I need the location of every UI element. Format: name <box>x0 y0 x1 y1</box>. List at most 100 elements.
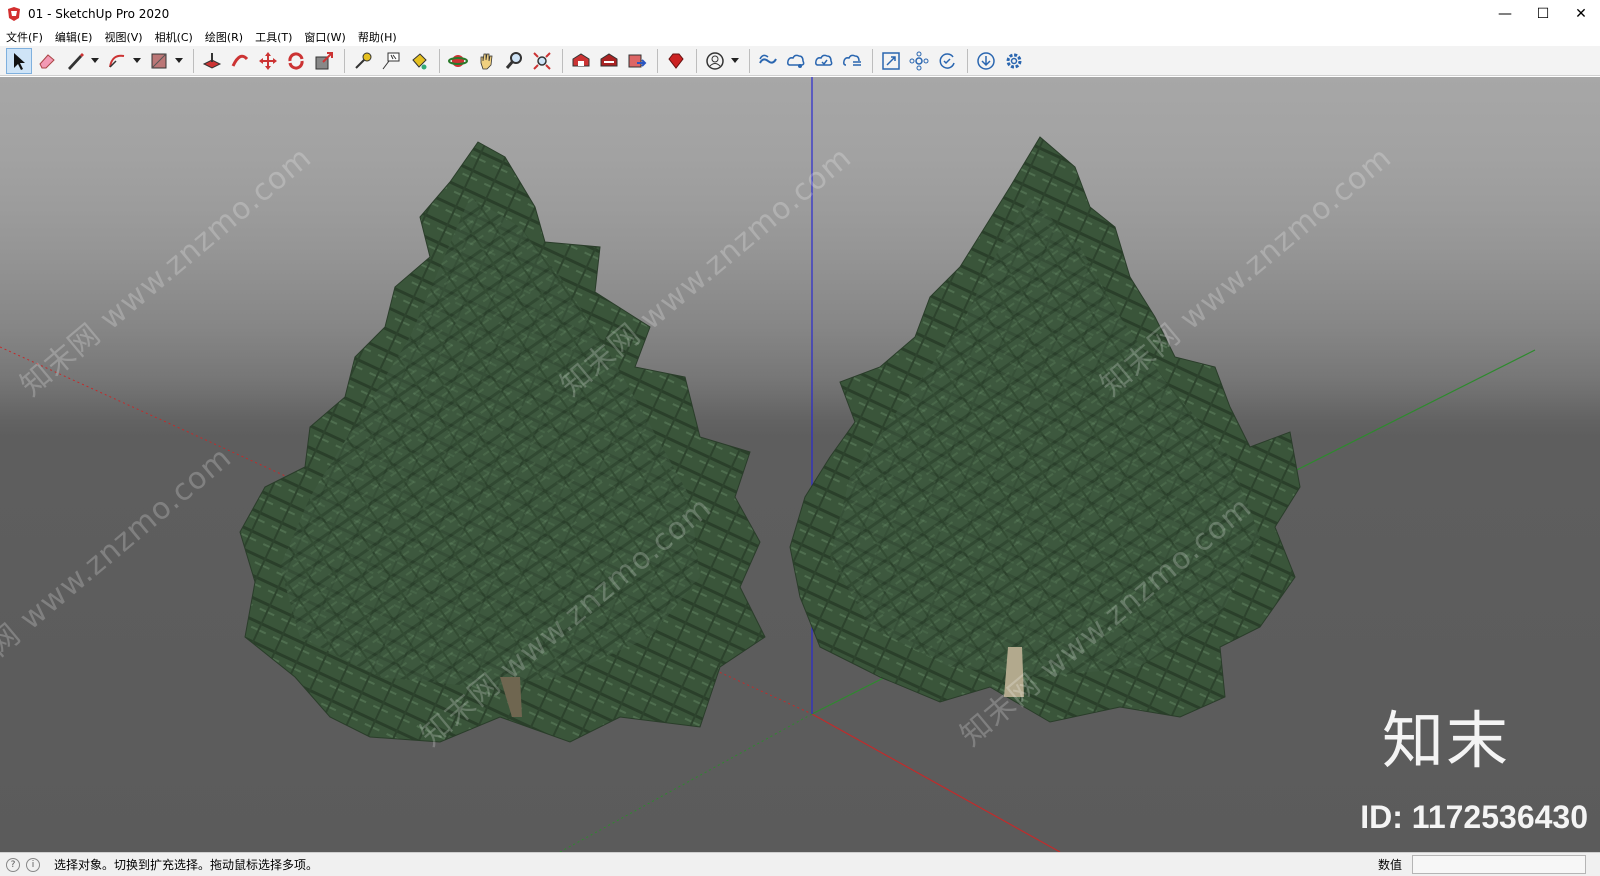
send-to-layout-button[interactable] <box>624 48 650 74</box>
measurements-input[interactable] <box>1412 855 1586 874</box>
zoom-extents-icon <box>533 51 551 70</box>
select-tool-button[interactable] <box>6 47 32 74</box>
window-controls: — ☐ ✕ <box>1486 0 1600 28</box>
extension-manager-button[interactable] <box>663 48 689 74</box>
window-title: 01 - SketchUp Pro 2020 <box>28 7 170 21</box>
toolbar-separator <box>439 48 440 73</box>
menu-window[interactable]: 窗口(W) <box>298 29 351 45</box>
menu-tools[interactable]: 工具(T) <box>249 29 298 45</box>
menu-camera[interactable]: 相机(C) <box>149 29 199 45</box>
pan-tool-button[interactable] <box>473 48 499 74</box>
profile-button[interactable] <box>702 48 728 74</box>
menu-bar: 文件(F) 编辑(E) 视图(V) 相机(C) 绘图(R) 工具(T) 窗口(W… <box>0 28 1600 46</box>
pan-hand-icon <box>480 53 493 69</box>
send-to-layout-icon <box>628 54 647 67</box>
toolbar-separator <box>696 48 697 73</box>
model-viewport[interactable]: 知末网 www.znzmo.com 知末网 www.znzmo.com 知末网 … <box>0 77 1600 852</box>
scan-essentials-button[interactable] <box>878 48 904 74</box>
download-circle-icon <box>977 51 995 70</box>
gear-icon <box>1006 53 1022 68</box>
settings-button[interactable] <box>1001 48 1027 74</box>
text-tool-button[interactable] <box>378 48 404 74</box>
refresh-check-icon <box>939 52 955 69</box>
eraser-tool-button[interactable] <box>34 48 60 74</box>
download-button[interactable] <box>973 48 999 74</box>
minimize-button[interactable]: — <box>1486 0 1524 28</box>
trimble-connect-sync-button[interactable] <box>811 48 837 74</box>
brand-logo: 知末 <box>1381 704 1510 777</box>
push-pull-tool-button[interactable] <box>199 48 225 74</box>
pencil-icon <box>68 52 84 70</box>
user-profile-icon <box>706 51 724 70</box>
arc-tool-button[interactable] <box>104 48 130 74</box>
asset-id-label: ID: 1172536430 <box>1360 799 1588 835</box>
line-dropdown-icon[interactable] <box>90 48 100 74</box>
scale-tool-button[interactable] <box>311 48 337 74</box>
rectangle-tool-button[interactable] <box>146 48 172 74</box>
nodes-icon <box>909 51 929 70</box>
trimble-connect-list-button[interactable] <box>839 48 865 74</box>
scale-icon <box>315 51 333 69</box>
cloud-list-icon <box>843 54 861 66</box>
text-label-icon <box>382 52 400 69</box>
tape-measure-icon <box>355 52 372 69</box>
orbit-tool-button[interactable] <box>445 48 471 74</box>
paint-bucket-icon <box>412 52 427 69</box>
arc-icon <box>109 54 125 68</box>
scan-settings-button[interactable] <box>906 48 932 74</box>
follow-me-icon <box>231 54 249 67</box>
trimble-connect-icon <box>759 54 777 64</box>
extension-warehouse-button[interactable] <box>596 48 622 74</box>
menu-help[interactable]: 帮助(H) <box>352 29 403 45</box>
status-bar: ? i 选择对象。切换到扩充选择。拖动鼠标选择多项。 数值 <box>0 852 1600 876</box>
toolbar-separator <box>967 48 968 73</box>
orbit-icon <box>448 54 468 67</box>
rotate-tool-button[interactable] <box>283 48 309 74</box>
tape-measure-tool-button[interactable] <box>350 48 376 74</box>
toolbar-separator <box>749 48 750 73</box>
line-tool-button[interactable] <box>62 48 88 74</box>
close-button[interactable]: ✕ <box>1562 0 1600 28</box>
extension-warehouse-icon <box>600 52 618 66</box>
zoom-extents-tool-button[interactable] <box>529 48 555 74</box>
push-pull-icon <box>202 52 222 69</box>
expand-box-icon <box>882 51 900 70</box>
cloud-share-icon <box>787 54 805 68</box>
zoom-tool-button[interactable] <box>501 48 527 74</box>
warehouse-icon <box>572 52 590 66</box>
pine-tree-right[interactable] <box>789 136 1301 723</box>
follow-me-tool-button[interactable] <box>227 48 253 74</box>
title-bar: 01 - SketchUp Pro 2020 — ☐ ✕ <box>0 0 1600 28</box>
menu-view[interactable]: 视图(V) <box>98 29 148 45</box>
toolbar-separator <box>872 48 873 73</box>
eraser-icon <box>39 53 55 68</box>
green-axis-dotted <box>559 713 813 852</box>
toolbar-separator <box>562 48 563 73</box>
rectangle-icon <box>151 53 167 68</box>
select-arrow-icon <box>14 52 25 70</box>
ruby-gem-icon <box>668 53 684 69</box>
menu-draw[interactable]: 绘图(R) <box>199 29 249 45</box>
sketchup-logo-icon <box>8 7 20 21</box>
profile-dropdown-icon[interactable] <box>730 48 740 74</box>
arc-dropdown-icon[interactable] <box>132 48 142 74</box>
scan-refresh-button[interactable] <box>934 48 960 74</box>
measurements-label: 数值 <box>1377 858 1402 872</box>
rotate-icon <box>288 51 304 70</box>
trimble-connect-button[interactable] <box>755 48 781 74</box>
move-arrows-icon <box>259 51 277 70</box>
magnifier-icon <box>505 51 522 69</box>
paint-bucket-tool-button[interactable] <box>406 48 432 74</box>
geo-location-icon[interactable]: ? <box>6 857 20 872</box>
main-toolbar <box>0 46 1600 76</box>
rectangle-dropdown-icon[interactable] <box>174 48 184 74</box>
toolbar-separator <box>657 48 658 73</box>
toolbar-separator <box>344 48 345 73</box>
maximize-button[interactable]: ☐ <box>1524 0 1562 28</box>
trimble-connect-share-button[interactable] <box>783 48 809 74</box>
info-icon[interactable]: i <box>26 857 40 872</box>
3d-warehouse-button[interactable] <box>568 48 594 74</box>
menu-edit[interactable]: 编辑(E) <box>49 29 99 45</box>
move-tool-button[interactable] <box>255 48 281 74</box>
menu-file[interactable]: 文件(F) <box>0 29 49 45</box>
